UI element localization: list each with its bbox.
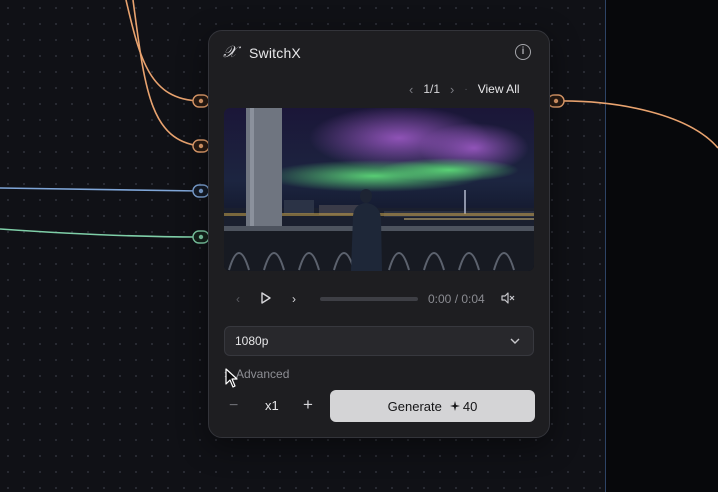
preview-image — [224, 108, 534, 271]
resolution-select[interactable]: 1080p — [224, 326, 534, 356]
wire-orange-1 — [125, 0, 201, 102]
chevron-down-icon — [509, 334, 521, 352]
generate-button[interactable]: Generate 40 — [330, 390, 535, 422]
quantity-plus-button[interactable]: + — [303, 395, 313, 415]
quantity-minus-button[interactable]: − — [229, 397, 238, 415]
previous-frame-icon[interactable]: ‹ — [224, 292, 252, 306]
wire-green — [0, 228, 201, 238]
separator-dot: · — [464, 83, 468, 95]
chevron-right-icon[interactable]: › — [450, 82, 454, 97]
switchx-logo-icon: 𝒳 — [223, 42, 237, 61]
switchx-node[interactable]: 𝒳 SwitchX i ‹ 1/1 › · View All ‹ › 0:00 … — [208, 30, 550, 438]
input-port-3 — [192, 184, 210, 198]
pager: ‹ 1/1 › · View All — [409, 81, 520, 97]
progress-bar[interactable] — [320, 297, 418, 301]
next-frame-icon[interactable]: › — [280, 292, 308, 306]
right-panel — [605, 0, 718, 492]
wire-orange-2 — [132, 0, 201, 147]
video-preview[interactable] — [224, 108, 534, 271]
sparkle-icon — [449, 401, 460, 411]
wire-blue — [0, 187, 201, 192]
generate-cost: 40 — [449, 398, 478, 414]
input-port-4 — [192, 230, 210, 244]
view-all-link[interactable]: View All — [478, 82, 520, 96]
generate-cost-value: 40 — [462, 398, 478, 414]
advanced-label: Advanced — [236, 367, 290, 381]
play-icon[interactable] — [252, 291, 280, 307]
resolution-value: 1080p — [235, 334, 269, 348]
pager-count: 1/1 — [423, 82, 441, 96]
chevron-left-icon[interactable]: ‹ — [409, 82, 413, 97]
input-port-2 — [192, 139, 210, 153]
player-controls: ‹ › 0:00 / 0:04 — [224, 287, 534, 311]
muted-speaker-icon[interactable] — [501, 291, 515, 307]
quantity-value: x1 — [265, 398, 279, 413]
input-port-1 — [192, 94, 210, 108]
time-display: 0:00 / 0:04 — [428, 292, 485, 306]
mouse-cursor-icon — [225, 368, 238, 388]
node-title: SwitchX — [249, 45, 301, 61]
info-icon[interactable]: i — [515, 44, 531, 60]
generate-label: Generate — [387, 398, 442, 414]
output-port — [547, 94, 565, 108]
